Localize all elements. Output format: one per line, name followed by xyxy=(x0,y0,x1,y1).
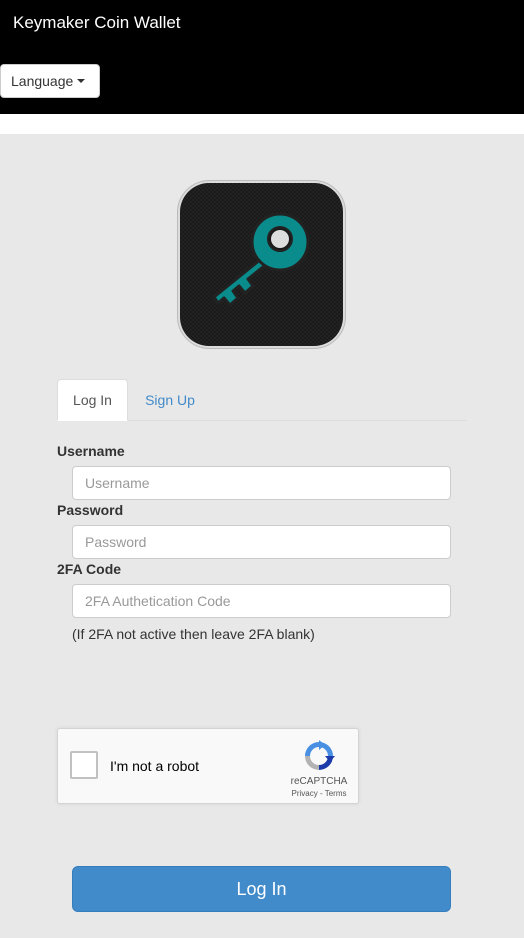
login-button[interactable]: Log In xyxy=(72,866,451,912)
captcha-label: I'm not a robot xyxy=(110,758,200,774)
brand-title[interactable]: Keymaker Coin Wallet xyxy=(13,13,181,33)
recaptcha-widget: I'm not a robot reCAPTCHA Privacy - Term… xyxy=(57,728,359,804)
navbar: Keymaker Coin Wallet Language xyxy=(0,0,524,114)
twofa-help-text: (If 2FA not active then leave 2FA blank) xyxy=(72,626,315,642)
language-dropdown-button[interactable]: Language xyxy=(0,64,100,98)
key-icon xyxy=(177,180,346,349)
auth-tabs: Log In Sign Up xyxy=(57,379,467,421)
recaptcha-links[interactable]: Privacy - Terms xyxy=(284,789,354,798)
header-divider xyxy=(0,114,524,134)
password-input[interactable] xyxy=(72,525,451,559)
caret-down-icon xyxy=(77,79,86,83)
captcha-checkbox[interactable] xyxy=(70,751,98,779)
twofa-input[interactable] xyxy=(72,584,451,618)
password-label: Password xyxy=(57,502,124,518)
twofa-label: 2FA Code xyxy=(57,561,122,577)
recaptcha-icon xyxy=(305,740,335,770)
tab-login[interactable]: Log In xyxy=(57,379,128,421)
language-label: Language xyxy=(11,73,74,89)
tab-signup[interactable]: Sign Up xyxy=(135,379,205,421)
username-input[interactable] xyxy=(72,466,451,500)
username-label: Username xyxy=(57,443,125,459)
recaptcha-brand: reCAPTCHA xyxy=(290,776,348,787)
